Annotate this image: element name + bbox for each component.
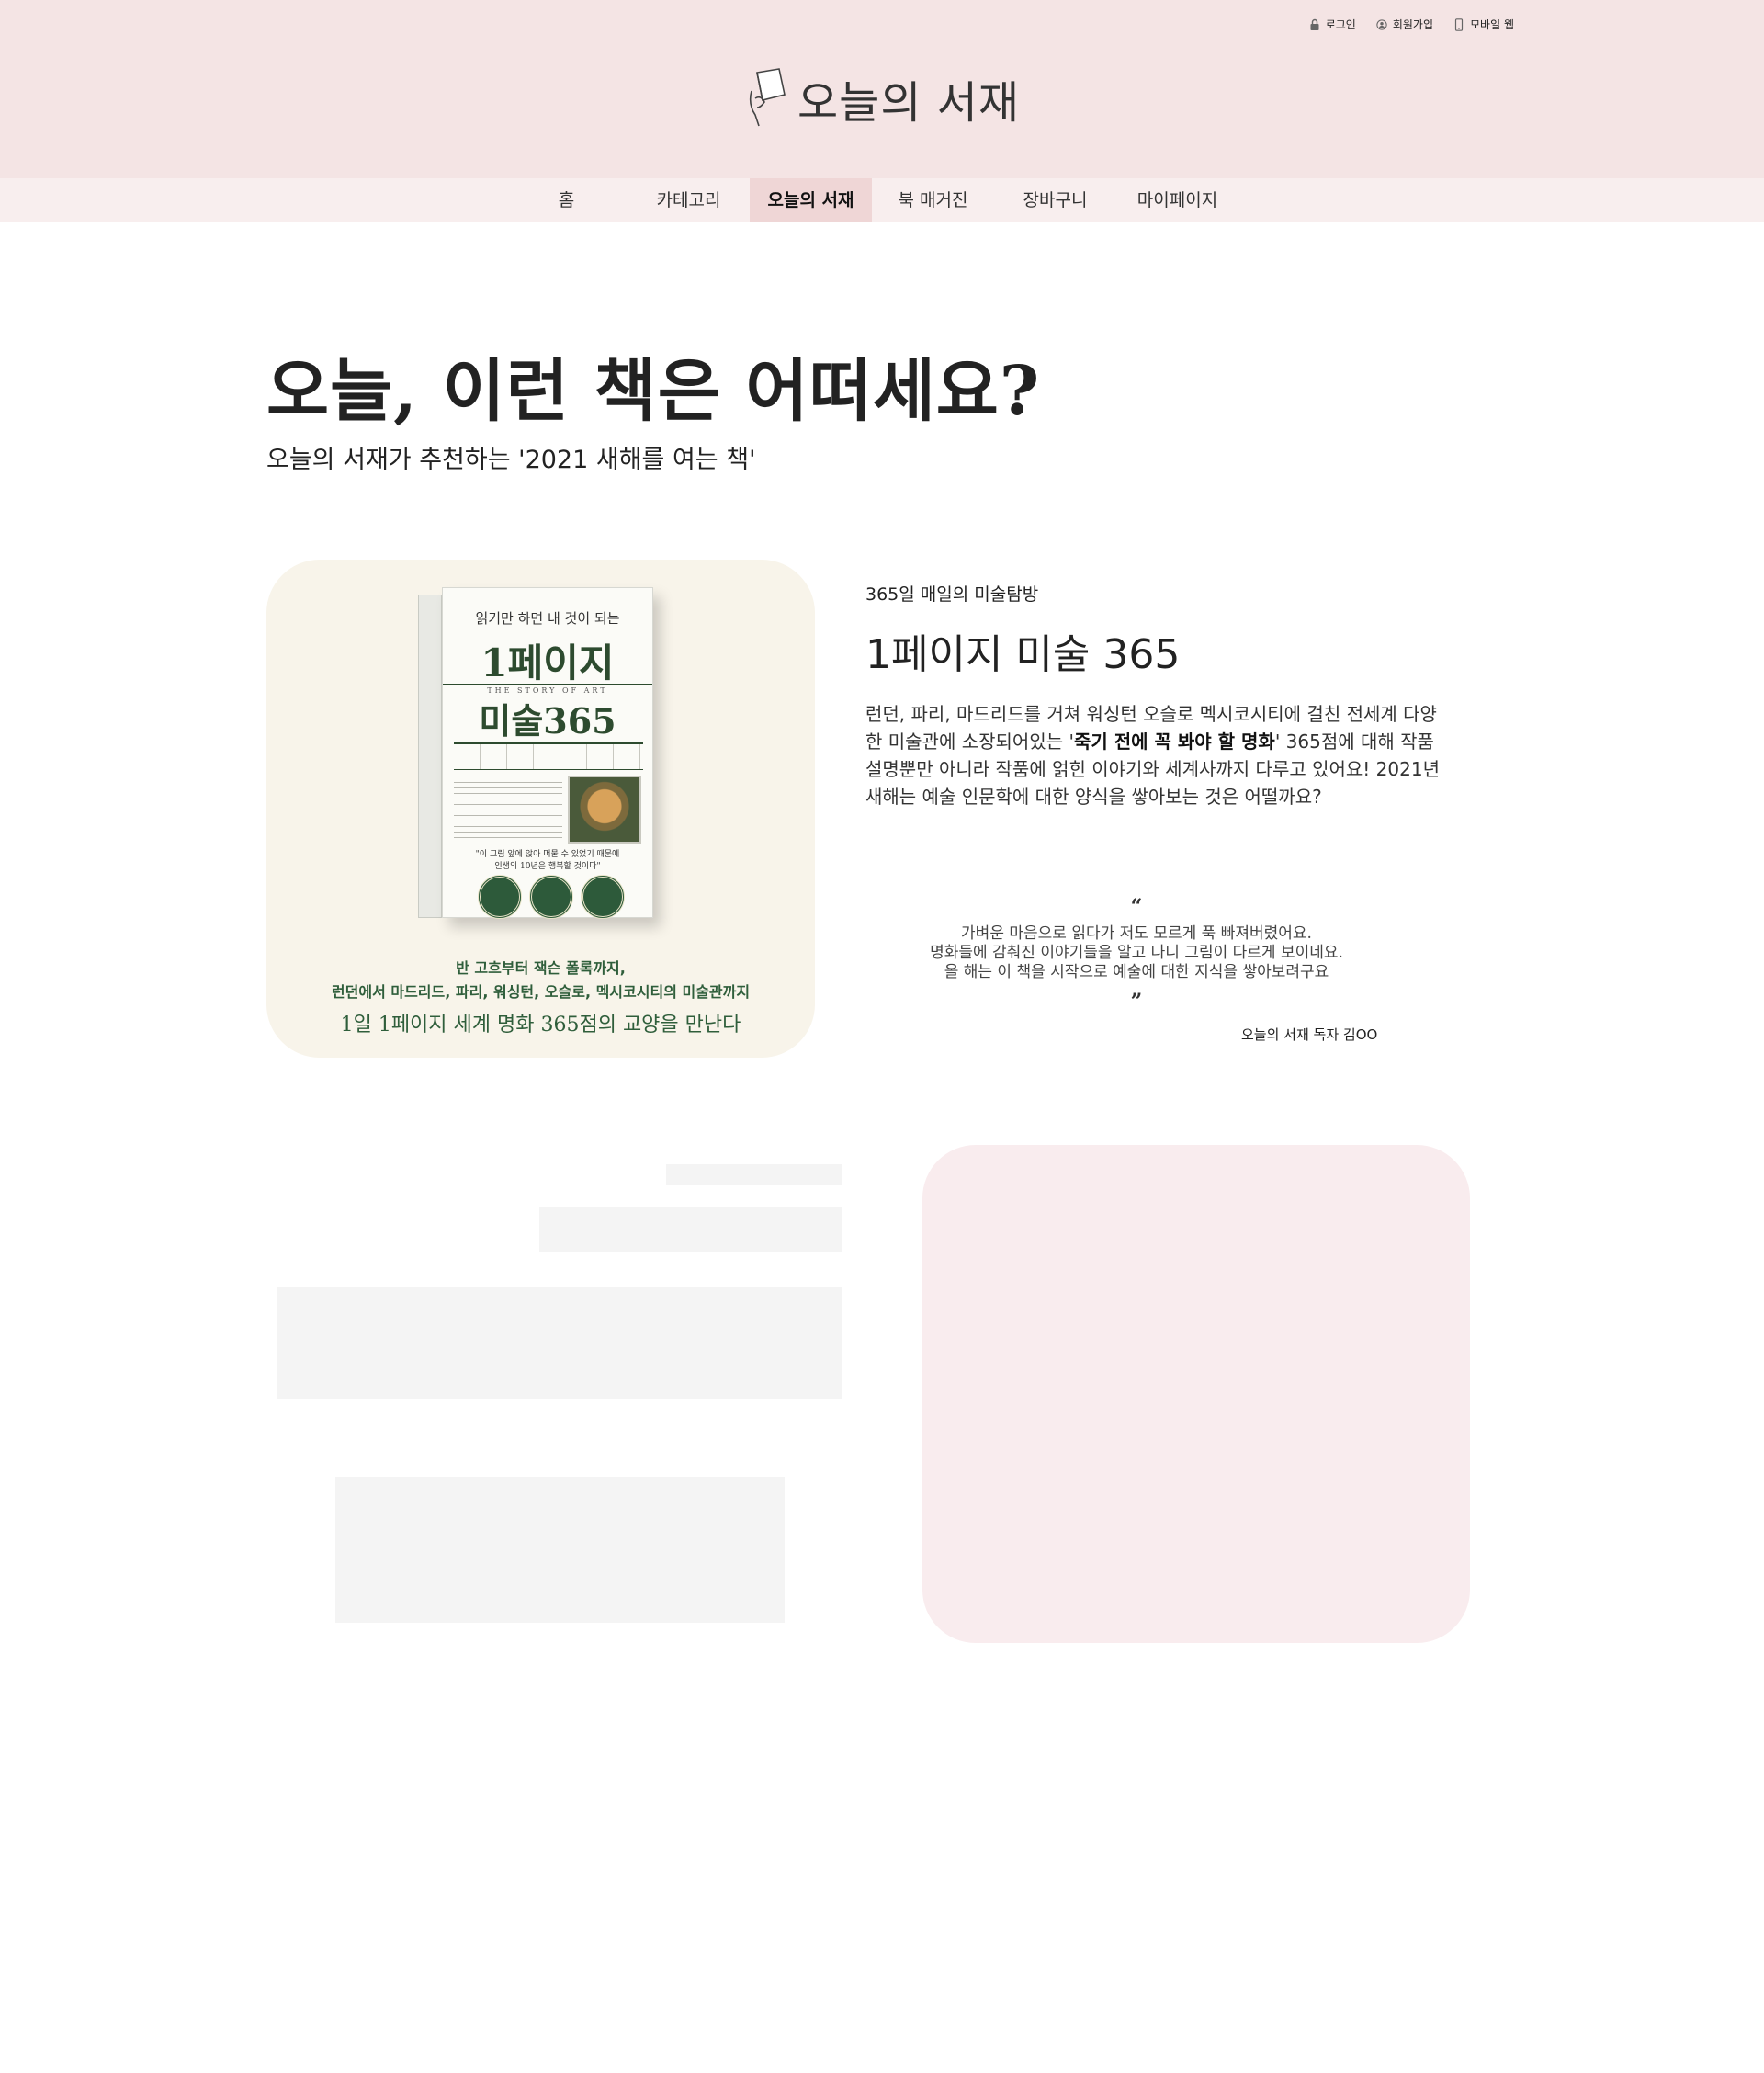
login-label: 로그인 [1325,18,1356,31]
review-line1: 가벼운 마음으로 읽다가 저도 모르게 푹 빠져버렸어요. [961,924,1312,943]
nav-category[interactable]: 카테고리 [628,178,750,222]
book-cover-image: 읽기만 하면 내 것이 되는 1페이지 THE STORY OF ART 미술3… [418,587,653,919]
lock-icon [1310,18,1319,30]
site-header: 로그인 회원가입 모바일 웹 오늘의 서재 [0,0,1764,178]
cover-promo-line2: 런던에서 마드리드, 파리, 워싱턴, 오슬로, 멕시코시티의 미술관까지 [331,983,751,1001]
cover-text-graphic [454,777,562,842]
cover-table-graphic [454,742,643,770]
book-hand-icon [749,68,786,127]
book-front-cover: 읽기만 하면 내 것이 되는 1페이지 THE STORY OF ART 미술3… [442,587,653,919]
cover-portrait-image [568,776,641,844]
placeholder-kicker [666,1164,842,1185]
mobile-label: 모바일 웹 [1470,18,1514,31]
user-icon [1376,18,1387,30]
cover-quote: "이 그림 앞에 앉아 머물 수 있었기 때문에인생의 10년은 행복할 것이다… [443,849,652,873]
cover-top-line: 읽기만 하면 내 것이 되는 [475,610,620,627]
review-body: 가벼운 마음으로 읽다가 저도 모르게 푹 빠져버렸어요. 명화들에 감춰진 이… [865,924,1408,982]
mobile-web-link[interactable]: 모바일 웹 [1453,17,1514,32]
book-kicker: 365일 매일의 미술탐방 [865,584,1039,605]
utility-menu: 로그인 회원가입 모바일 웹 [1309,17,1514,32]
review-line3: 올 해는 이 책을 시작으로 예술에 대한 지식을 쌓아보려구요 [944,963,1329,981]
main-nav: 홈 카테고리 오늘의 서재 북 매거진 장바구니 마이페이지 [0,178,1764,222]
open-quote-mark: “ [1130,895,1143,919]
cover-title-line1: 1페이지 [481,640,615,685]
nav-cart[interactable]: 장바구니 [994,178,1116,222]
cover-quote-line: 인생의 10년은 행복할 것이다" [494,862,601,871]
nav-book-magazine[interactable]: 북 매거진 [872,178,994,222]
placeholder-review [335,1477,785,1623]
nav-mypage[interactable]: 마이페이지 [1116,178,1238,222]
signup-link[interactable]: 회원가입 [1376,17,1433,32]
signup-label: 회원가입 [1392,18,1434,31]
reader-review: “ 가벼운 마음으로 읽다가 저도 모르게 푹 빠져버렸어요. 명화들에 감춰진… [865,897,1408,1012]
cover-badges [478,875,625,919]
award-badge-icon [581,875,625,919]
placeholder-image-card [922,1145,1470,1643]
page-subheadline: 오늘의 서재가 추천하는 '2021 새해를 여는 책' [266,446,756,474]
placeholder-title [539,1207,842,1252]
cover-promo-line3: 1일 1페이지 세계 명화 365점의 교양을 만난다 [340,1014,741,1036]
login-link[interactable]: 로그인 [1309,17,1356,32]
book-spine [418,595,442,918]
book-description: 런던, 파리, 마드리드를 거쳐 워싱턴 오슬로 멕시코시티에 걸친 전세계 다… [865,700,1453,810]
reviewer-name: 오늘의 서재 독자 김OO [1241,1026,1378,1043]
review-line2: 명화들에 감춰진 이야기들을 알고 나니 그림이 다르게 보이네요. [930,944,1343,962]
site-logo[interactable]: 오늘의 서재 [742,66,1020,130]
cover-promo-line1: 반 고흐부터 잭슨 폴록까지, [456,959,626,977]
nav-todays-library[interactable]: 오늘의 서재 [750,178,872,222]
mobile-icon [1454,17,1464,31]
cover-title-line2: 미술365 [479,700,616,742]
desc-highlight: 죽기 전에 꼭 봐야 할 명화 [1073,731,1275,753]
logo-text: 오늘의 서재 [797,77,1021,129]
award-badge-icon [478,875,522,919]
award-badge-icon [529,875,573,919]
cover-promo-text: 반 고흐부터 잭슨 폴록까지, 런던에서 마드리드, 파리, 워싱턴, 오슬로,… [266,957,815,1004]
nav-home[interactable]: 홈 [505,178,628,222]
page-headline: 오늘, 이런 책은 어떠세요? [266,352,1041,431]
close-quote-mark: ” [1130,990,1143,1014]
book-image-card[interactable]: 읽기만 하면 내 것이 되는 1페이지 THE STORY OF ART 미술3… [266,560,815,1058]
cover-quote-line: "이 그림 앞에 앉아 머물 수 있었기 때문에 [475,850,620,859]
placeholder-description [277,1287,842,1399]
book-title[interactable]: 1페이지 미술 365 [865,621,1180,680]
